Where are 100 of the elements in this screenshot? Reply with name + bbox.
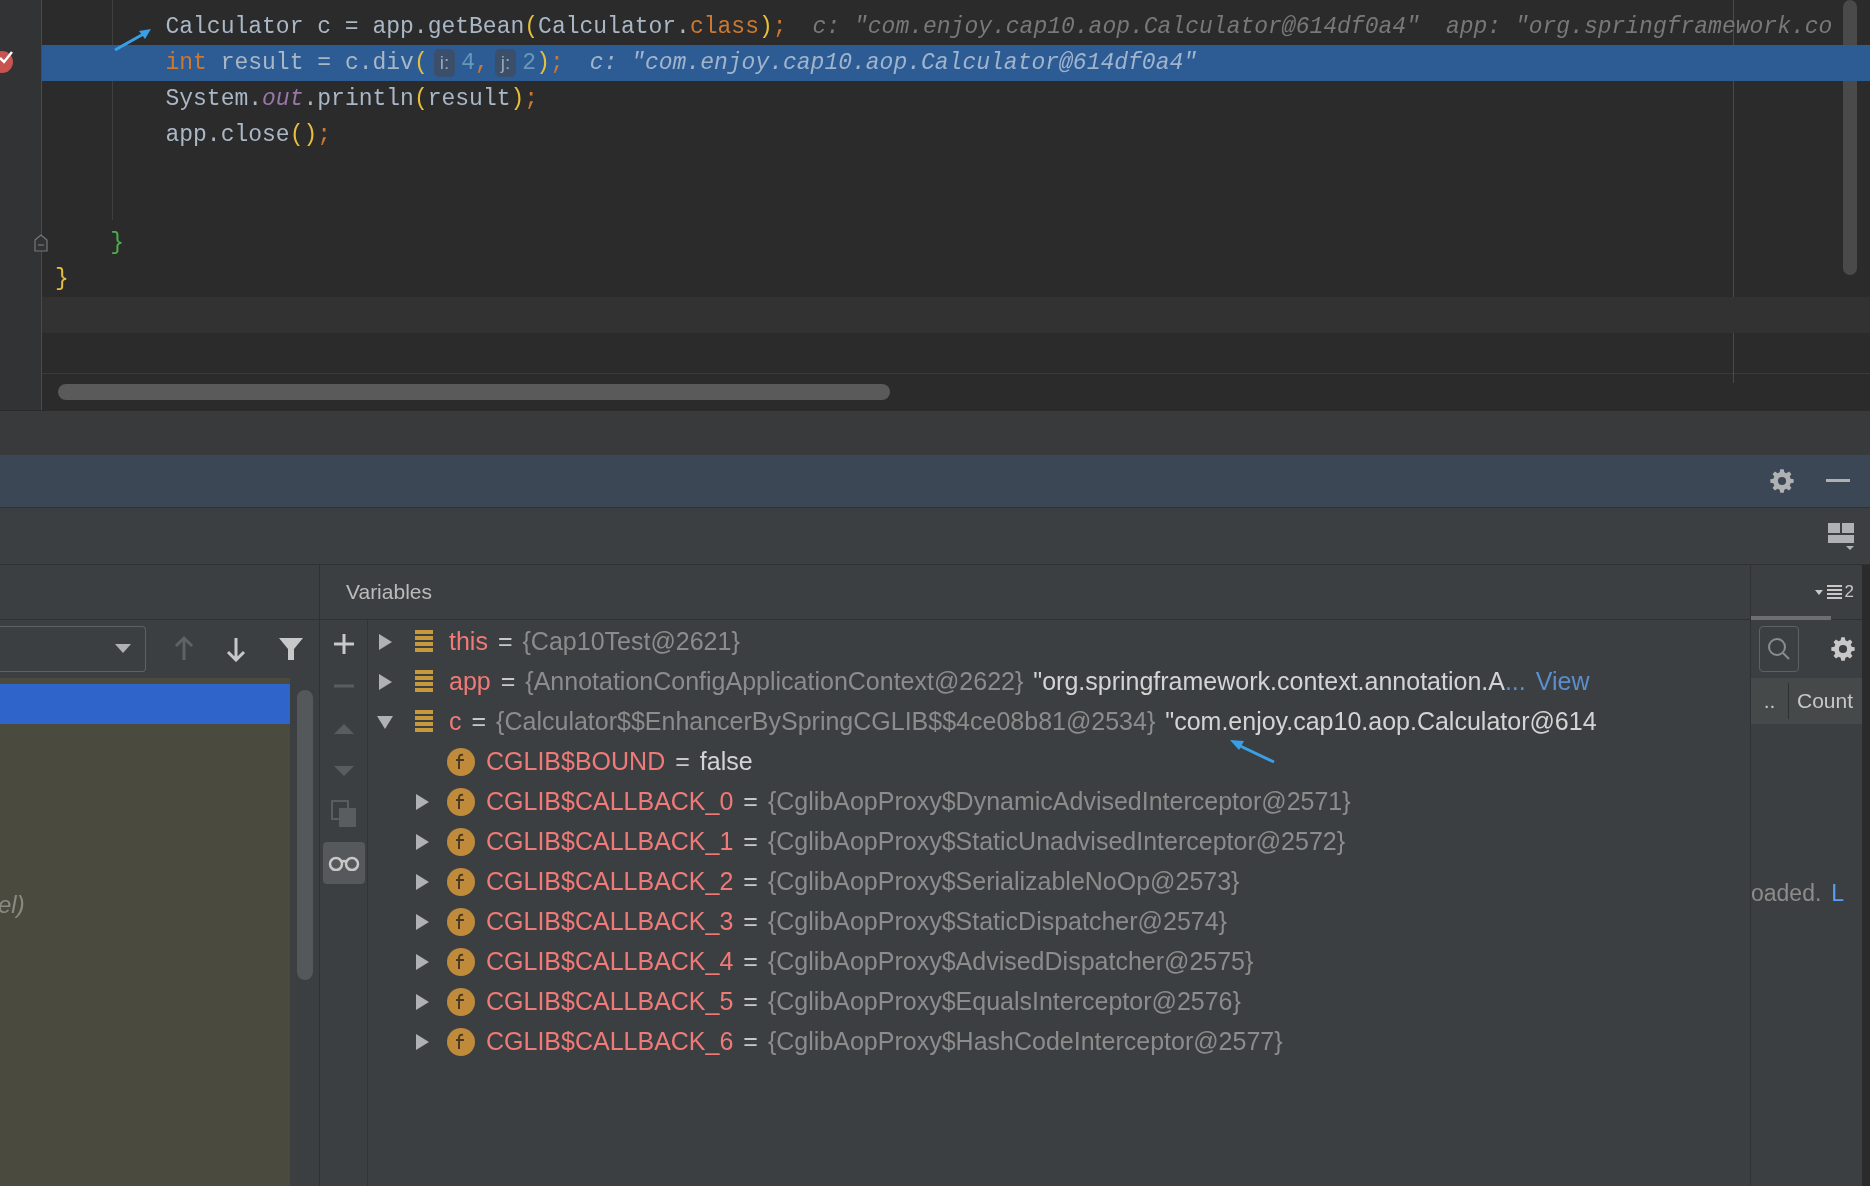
field-icon bbox=[446, 747, 476, 777]
code-token: ; bbox=[317, 120, 332, 150]
glasses-icon bbox=[327, 855, 360, 871]
code-token: 4 bbox=[461, 48, 475, 78]
parameter-hint: i: bbox=[433, 48, 456, 78]
code-token: } bbox=[110, 228, 125, 258]
code-token: out bbox=[262, 84, 304, 114]
field-icon bbox=[446, 907, 476, 937]
equals-sign: = bbox=[743, 826, 758, 858]
code-token: ; bbox=[524, 84, 539, 114]
code-token: , bbox=[475, 48, 489, 78]
code-token: class bbox=[689, 12, 759, 42]
add-icon[interactable] bbox=[331, 632, 356, 656]
equals-sign: = bbox=[743, 786, 758, 818]
status-message: oaded. bbox=[1751, 879, 1822, 908]
list-dropdown-icon[interactable] bbox=[1814, 584, 1843, 600]
variable-value: {CglibAopProxy$AdvisedDispatcher@2575} bbox=[767, 946, 1254, 978]
variable-name: CGLIB$CALLBACK_4 bbox=[486, 946, 734, 978]
variable-value: {CglibAopProxy$EqualsInterceptor@2576} bbox=[767, 986, 1241, 1018]
variable-value: {CglibAopProxy$SerializableNoOp@2573} bbox=[767, 866, 1240, 898]
code-token: () bbox=[289, 120, 318, 150]
settings-icon[interactable] bbox=[1768, 467, 1796, 495]
code-token: .println bbox=[303, 84, 414, 114]
field-icon bbox=[446, 787, 476, 817]
code-token: result = c.div bbox=[220, 48, 414, 78]
variable-value: {Calculator$$EnhancerBySpringCGLIB$$4ce08b81@2534} bbox=[496, 706, 1156, 738]
variable-name: CGLIB$CALLBACK_3 bbox=[486, 906, 734, 938]
field-icon bbox=[446, 867, 476, 897]
code-token: Calculator c = app.getBean bbox=[165, 12, 525, 42]
variable-value: {CglibAopProxy$StaticUnadvisedInterceptor@2572} bbox=[767, 826, 1346, 858]
layout-icon[interactable] bbox=[1826, 521, 1856, 551]
code-token: System. bbox=[165, 84, 263, 114]
variable-name: c bbox=[449, 706, 462, 738]
code-token: ; bbox=[772, 12, 787, 42]
variable-value: {CglibAopProxy$DynamicAdvisedInterceptor@2571} bbox=[767, 786, 1351, 818]
ellipsis: ... bbox=[1504, 666, 1526, 698]
view-link[interactable]: View bbox=[1535, 663, 1590, 701]
inline-value: c: "com.enjoy.cap10.aop.Calculator@614df0a4" bbox=[812, 12, 1420, 42]
code-token: ) bbox=[536, 48, 550, 78]
code-token: ) bbox=[758, 12, 773, 42]
count-label: 2 bbox=[1844, 581, 1854, 604]
annotation-arrow bbox=[113, 26, 153, 52]
variable-name: CGLIB$CALLBACK_2 bbox=[486, 866, 734, 898]
search-button[interactable] bbox=[1759, 626, 1799, 672]
field-icon bbox=[446, 827, 476, 857]
annotation-arrow bbox=[1228, 738, 1276, 764]
variable-name: CGLIB$CALLBACK_0 bbox=[486, 786, 734, 818]
settings-icon[interactable] bbox=[1829, 635, 1857, 663]
field-icon bbox=[446, 987, 476, 1017]
variable-value: false bbox=[699, 746, 753, 778]
equals-sign: = bbox=[743, 906, 758, 938]
code-token: } bbox=[55, 264, 69, 294]
arrow-down-icon[interactable] bbox=[226, 636, 246, 662]
equals-sign: = bbox=[500, 666, 516, 698]
code-token: ( bbox=[524, 12, 539, 42]
field-icon bbox=[446, 1027, 476, 1057]
code-token: app.close bbox=[165, 120, 290, 150]
variable-name: CGLIB$CALLBACK_6 bbox=[486, 1026, 734, 1058]
variable-value: {Cap10Test@2621} bbox=[522, 626, 740, 658]
variable-name: this bbox=[449, 626, 488, 658]
variable-value: {CglibAopProxy$StaticDispatcher@2574} bbox=[767, 906, 1227, 938]
status-link[interactable]: L bbox=[1831, 876, 1845, 911]
code-token: result bbox=[427, 84, 511, 114]
equals-sign: = bbox=[675, 746, 690, 778]
equals-sign: = bbox=[743, 1026, 758, 1058]
scrollbar-thumb[interactable] bbox=[296, 690, 313, 980]
code-token: ) bbox=[510, 84, 525, 114]
code-token: 2 bbox=[522, 48, 537, 78]
fold-icon[interactable] bbox=[34, 234, 48, 252]
variable-value: "org.springframework.context.annotation.A bbox=[1033, 666, 1505, 698]
column-header[interactable]: .. bbox=[1751, 683, 1789, 719]
code-token: ; bbox=[549, 48, 564, 78]
code-token: Calculator. bbox=[538, 12, 690, 42]
scrollbar-thumb[interactable] bbox=[58, 384, 890, 400]
watches-toggle[interactable] bbox=[322, 842, 365, 884]
variable-value: "com.enjoy.cap10.aop.Calculator@614 bbox=[1165, 706, 1597, 738]
search-icon bbox=[1767, 637, 1791, 661]
variable-value: {CglibAopProxy$HashCodeInterceptor@2577} bbox=[767, 1026, 1283, 1058]
code-token: ( bbox=[413, 84, 428, 114]
column-header[interactable]: Count bbox=[1789, 685, 1854, 717]
equals-sign: = bbox=[743, 866, 758, 898]
variable-name: CGLIB$CALLBACK_1 bbox=[486, 826, 734, 858]
inline-value: c: "com.enjoy.cap10.aop.Calculator@614df0a4" bbox=[589, 48, 1198, 78]
inline-value: app: "org.springframework.co bbox=[1445, 12, 1833, 42]
equals-sign: = bbox=[743, 946, 758, 978]
code-token: ( bbox=[413, 48, 428, 78]
variable-name: CGLIB$CALLBACK_5 bbox=[486, 986, 734, 1018]
code-token: int bbox=[165, 48, 207, 78]
variable-name: CGLIB$BOUND bbox=[486, 746, 666, 778]
variable-name: app bbox=[449, 666, 491, 698]
minimize-icon[interactable] bbox=[1826, 479, 1850, 483]
equals-sign: = bbox=[471, 706, 487, 738]
field-icon bbox=[446, 947, 476, 977]
panel-title: Variables bbox=[346, 579, 432, 606]
equals-sign: = bbox=[743, 986, 758, 1018]
variable-value: {AnnotationConfigApplicationContext@2622} bbox=[525, 666, 1024, 698]
dropdown-caret-icon bbox=[115, 644, 131, 654]
parameter-hint: j: bbox=[494, 48, 517, 78]
equals-sign: = bbox=[497, 626, 513, 658]
filter-icon[interactable] bbox=[278, 636, 304, 662]
